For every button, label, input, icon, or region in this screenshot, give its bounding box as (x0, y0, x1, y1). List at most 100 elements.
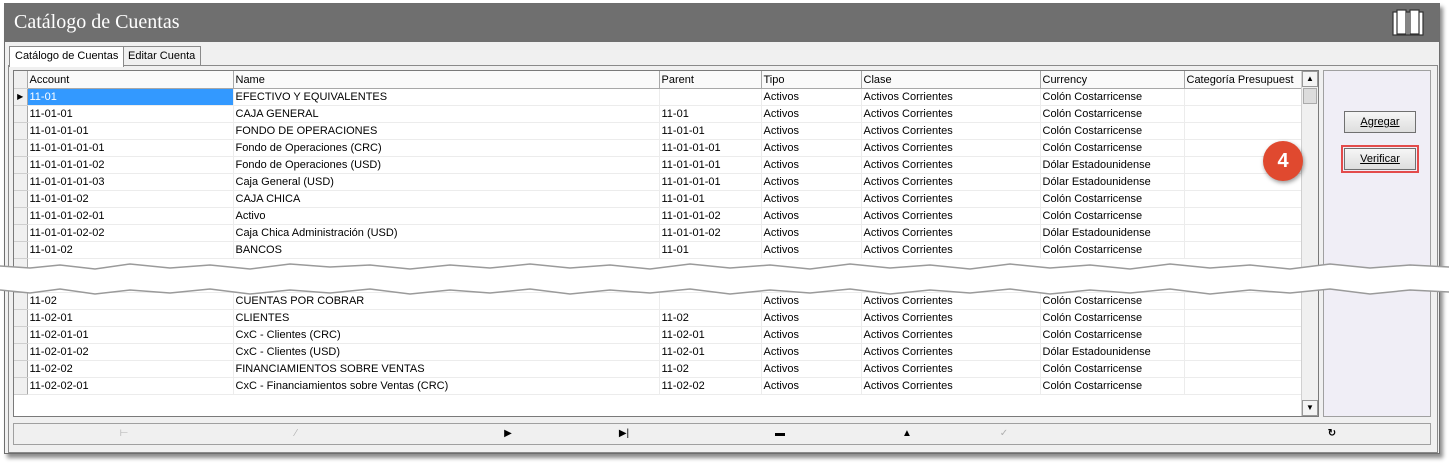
row-indicator[interactable] (14, 139, 28, 157)
table-row[interactable]: 11-02-01-01 CxC - Clientes (CRC) 11-02-01 A… (14, 326, 1304, 344)
cell-tipo[interactable]: Activos (761, 207, 862, 225)
cell-name[interactable]: CLIENTES (233, 309, 660, 327)
cell-currency[interactable]: Dólar Estadounidense (1040, 173, 1185, 191)
first-icon[interactable]: ⊢ (114, 426, 134, 442)
row-indicator[interactable] (14, 224, 28, 242)
table-row[interactable]: 11-01-01 CAJA GENERAL 11-01 Activos Activos … (14, 105, 1304, 123)
refresh-icon[interactable]: ↻ (1322, 426, 1342, 442)
up-icon[interactable]: ▲ (897, 426, 917, 442)
cell-clase[interactable]: Activos Corrientes (861, 139, 1041, 157)
table-row[interactable]: 11-02-02 FINANCIAMIENTOS SOBRE VENTAS 11-0… (14, 360, 1304, 378)
cell-clase[interactable]: Activos Corrientes (861, 88, 1041, 106)
cell-parent[interactable]: 11-01-01-02 (659, 207, 762, 225)
cell-parent[interactable]: 11-02-01 (659, 326, 762, 344)
cell-name[interactable]: Fondo de Operaciones (CRC) (233, 139, 660, 157)
row-indicator[interactable]: ▶ (14, 88, 28, 106)
cell-name[interactable]: FINANCIAMIENTOS SOBRE VENTAS (233, 360, 660, 378)
cell-categoria[interactable] (1184, 343, 1304, 361)
cell-currency[interactable]: Colón Costarricense (1040, 377, 1185, 395)
vertical-scrollbar[interactable]: ▲ ▼ (1301, 71, 1318, 416)
table-row[interactable]: 11-01-01-02-02 Caja Chica Administración … (14, 224, 1304, 242)
cell-tipo[interactable]: Activos (761, 156, 862, 174)
cell-tipo[interactable]: Activos (761, 326, 862, 344)
col-name[interactable]: Name (233, 71, 660, 89)
table-row[interactable]: 11-01-01-01-03 Caja General (USD) 11-01-01… (14, 173, 1304, 191)
cell-tipo[interactable]: Activos (761, 309, 862, 327)
cell-tipo[interactable]: Activos (761, 139, 862, 157)
cell-name[interactable]: CAJA CHICA (233, 190, 660, 208)
row-indicator[interactable] (14, 173, 28, 191)
cell-name[interactable]: Activo (233, 207, 660, 225)
col-categoria[interactable]: Categoría Presupuest (1184, 71, 1304, 89)
col-currency[interactable]: Currency (1040, 71, 1185, 89)
table-row[interactable]: 11-01-01-01 FONDO DE OPERACIONES 11-01-01 A… (14, 122, 1304, 140)
table-row[interactable]: 11-01-01-01-01 Fondo de Operaciones (CRC)… (14, 139, 1304, 157)
cell-currency[interactable]: Colón Costarricense (1040, 122, 1185, 140)
col-tipo[interactable]: Tipo (761, 71, 862, 89)
cell-categoria[interactable] (1184, 360, 1304, 378)
cell-clase[interactable]: Activos Corrientes (861, 105, 1041, 123)
row-indicator[interactable] (14, 156, 28, 174)
row-indicator[interactable] (14, 377, 28, 395)
cell-account[interactable]: 11-01-01-02-02 (27, 224, 234, 242)
cell-clase[interactable]: Activos Corrientes (861, 360, 1041, 378)
tab-catalogo[interactable]: Catálogo de Cuentas (9, 46, 125, 67)
next-icon[interactable]: ▶ (498, 426, 518, 442)
cell-account[interactable]: 11-02-01-02 (27, 343, 234, 361)
cell-currency[interactable]: Colón Costarricense (1040, 207, 1185, 225)
col-account[interactable]: Account (27, 71, 234, 89)
cell-categoria[interactable] (1184, 377, 1304, 395)
cell-account[interactable]: 11-01-01-01-01 (27, 139, 234, 157)
scroll-up-icon[interactable]: ▲ (1302, 71, 1318, 87)
cell-account[interactable]: 11-02-02 (27, 360, 234, 378)
cell-categoria[interactable] (1184, 190, 1304, 208)
cell-currency[interactable]: Colón Costarricense (1040, 190, 1185, 208)
row-indicator[interactable] (14, 207, 28, 225)
check-icon[interactable]: ✓ (994, 426, 1014, 442)
scroll-thumb[interactable] (1303, 88, 1317, 104)
table-row[interactable]: 11-01-01-02 CAJA CHICA 11-01-01 Activos Acti… (14, 190, 1304, 208)
cell-clase[interactable]: Activos Corrientes (861, 377, 1041, 395)
col-parent[interactable]: Parent (659, 71, 762, 89)
scroll-down-icon[interactable]: ▼ (1302, 400, 1318, 416)
cell-name[interactable]: CxC - Clientes (USD) (233, 343, 660, 361)
row-indicator[interactable] (14, 326, 28, 344)
cell-parent[interactable]: 11-01 (659, 105, 762, 123)
cell-currency[interactable]: Colón Costarricense (1040, 139, 1185, 157)
cell-tipo[interactable]: Activos (761, 377, 862, 395)
cell-categoria[interactable] (1184, 88, 1304, 106)
cell-name[interactable]: Fondo de Operaciones (USD) (233, 156, 660, 174)
last-icon[interactable]: ▶| (614, 426, 634, 442)
cell-tipo[interactable]: Activos (761, 105, 862, 123)
cell-parent[interactable]: 11-02-01 (659, 343, 762, 361)
cell-categoria[interactable] (1184, 224, 1304, 242)
cell-parent[interactable]: 11-01-01 (659, 122, 762, 140)
cell-clase[interactable]: Activos Corrientes (861, 122, 1041, 140)
cell-parent[interactable]: 11-02 (659, 309, 762, 327)
cell-account[interactable]: 11-02-02-01 (27, 377, 234, 395)
col-clase[interactable]: Clase (861, 71, 1041, 89)
table-row[interactable]: 11-02-02-01 CxC - Financiamientos sobre V… (14, 377, 1304, 395)
row-indicator[interactable] (14, 360, 28, 378)
tab-editar-cuenta[interactable]: Editar Cuenta (122, 46, 202, 66)
cell-name[interactable]: Caja General (USD) (233, 173, 660, 191)
cell-account[interactable]: 11-02-01 (27, 309, 234, 327)
table-row[interactable]: 11-01-01-02-01 Activo 11-01-01-02 Activos Ac… (14, 207, 1304, 225)
table-row[interactable]: 11-02-01 CLIENTES 11-02 Activos Activos Corr… (14, 309, 1304, 327)
row-indicator[interactable] (14, 122, 28, 140)
cell-categoria[interactable] (1184, 105, 1304, 123)
cell-tipo[interactable]: Activos (761, 122, 862, 140)
cell-currency[interactable]: Colón Costarricense (1040, 309, 1185, 327)
cell-clase[interactable]: Activos Corrientes (861, 190, 1041, 208)
prev-icon[interactable]: ⁄ (286, 426, 306, 442)
accounts-grid[interactable]: Account Name Parent Tipo Clase Currency … (13, 70, 1319, 417)
cell-account[interactable]: 11-02-01-01 (27, 326, 234, 344)
cell-name[interactable]: CxC - Clientes (CRC) (233, 326, 660, 344)
row-indicator[interactable] (14, 190, 28, 208)
cell-name[interactable]: Caja Chica Administración (USD) (233, 224, 660, 242)
cell-account[interactable]: 11-01-01-02-01 (27, 207, 234, 225)
cell-tipo[interactable]: Activos (761, 343, 862, 361)
cell-currency[interactable]: Colón Costarricense (1040, 88, 1185, 106)
minus-icon[interactable]: ▬ (770, 426, 790, 442)
cell-categoria[interactable] (1184, 326, 1304, 344)
